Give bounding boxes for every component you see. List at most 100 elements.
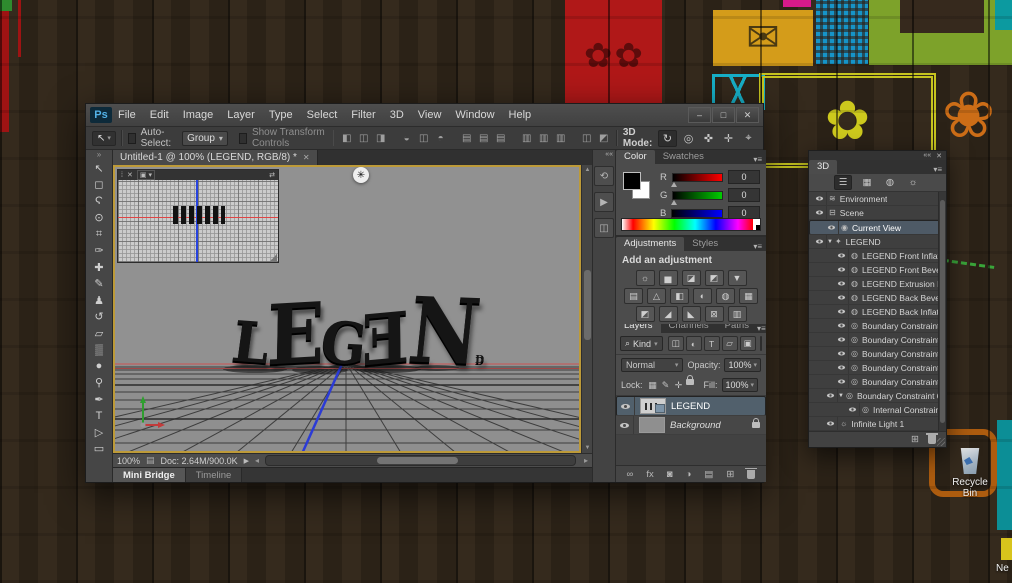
menu-item[interactable]: Window [455,109,494,121]
layer-thumbnail[interactable] [640,398,666,414]
visibility-toggle[interactable] [834,347,849,360]
scroll-down-icon[interactable]: ▼ [585,443,591,453]
menu-item[interactable]: Filter [351,109,375,121]
align-vertical-centers[interactable]: ◫ [416,133,431,144]
canvas[interactable]: LEGEND ⁞ ✕ ▣ ▾ ⇄ [113,165,581,453]
visibility-toggle[interactable] [812,235,827,248]
visibility-toggle[interactable] [824,221,839,234]
blend-mode-dropdown[interactable]: Normal ▾ [621,358,683,372]
auto-select-checkbox[interactable] [128,133,136,144]
photo-filter-icon[interactable]: ◐ [693,288,712,304]
desktop-icon-partial[interactable] [1001,538,1012,560]
quick-selection-tool[interactable]: ⊙ [88,210,110,227]
shape-tool[interactable]: ▭ [88,441,110,458]
exposure-icon[interactable]: ◩ [705,270,724,286]
distribute-vertical-centers[interactable]: ▥ [536,133,551,144]
menu-item[interactable]: Select [307,109,338,121]
tab-mini-bridge[interactable]: Mini Bridge [113,468,186,482]
3d-item-internal-7[interactable]: ◎ Internal Constraint 7 [809,403,946,417]
3d-item-scene[interactable]: ⊟ Scene [809,206,946,220]
color-lookup-icon[interactable]: ▦ [739,288,758,304]
visibility-toggle[interactable] [834,277,849,290]
3d-item-extrusion[interactable]: ◍ LEGEND Extrusion Ma... [809,277,946,291]
visibility-toggle[interactable] [823,417,838,430]
actions-panel-icon[interactable]: ▶ [594,192,614,212]
3d-scale-mode[interactable]: ⌖ [740,131,757,146]
tab-styles[interactable]: Styles [684,237,726,251]
status-flyout-icon[interactable]: ▶ [244,457,249,465]
menu-item[interactable]: 3D [390,109,404,121]
swap-view-icon[interactable]: ⇄ [269,171,275,179]
3d-roll-mode[interactable]: ◎ [680,131,697,146]
close-button[interactable]: ✕ [736,107,759,123]
type-tool[interactable]: T [88,408,110,425]
visibility-toggle[interactable] [812,192,827,205]
blur-tool[interactable]: ● [88,358,110,375]
resize-grip-icon[interactable] [270,254,277,261]
delete-layer-button[interactable] [747,470,755,479]
new-layer-button[interactable]: ⊞ [726,469,734,480]
scroll-left-icon[interactable]: ◂ [255,456,259,465]
visibility-toggle[interactable] [834,263,849,276]
lock-transparency[interactable]: ▦ [647,379,659,391]
levels-icon[interactable]: ▅ [659,270,678,286]
zoom-level[interactable]: 100% [117,456,140,466]
invert-icon[interactable]: ◩ [636,306,655,322]
lock-pixels[interactable]: ✎ [660,379,672,391]
fill-value[interactable]: 100% ▾ [722,378,759,392]
secondary-view[interactable]: ⁞ ✕ ▣ ▾ ⇄ [117,169,279,263]
brightness-contrast-icon[interactable]: ☼ [636,270,655,286]
3d-drag-mode[interactable]: ✜ [700,131,717,146]
foreground-color-swatch[interactable] [623,172,641,190]
3d-item-environment[interactable]: ≋ Environment [809,192,946,206]
slider-thumb[interactable] [671,182,677,187]
3d-item-back-inflation[interactable]: ◍ LEGEND Back Inflatio... [809,305,946,319]
curves-icon[interactable]: ◪ [682,270,701,286]
layer-filter-toggle[interactable] [760,336,762,351]
filter-whole-scene[interactable]: ☰ [834,175,852,190]
healing-brush-tool[interactable]: ✚ [88,259,110,276]
3d-scene[interactable]: LEGEND ⁞ ✕ ▣ ▾ ⇄ [115,167,579,451]
vibrance-icon[interactable]: ▼ [728,270,747,286]
color-slider[interactable] [671,209,723,218]
color-slider[interactable] [672,173,723,182]
crop-tool[interactable]: ⌗ [88,226,110,243]
panel-menu-icon[interactable]: ▾≡ [753,242,762,251]
new-item-button[interactable]: ⊞ [911,434,919,445]
layer-background[interactable]: Background [616,416,766,435]
menu-item[interactable]: Type [269,109,293,121]
filter-meshes[interactable]: ▦ [859,176,875,189]
filter-lights[interactable]: ☼ [905,176,921,189]
scrollbar-thumb[interactable] [584,270,591,340]
3d-panel-header[interactable]: «« ✕ [809,151,946,160]
visibility-toggle[interactable] [845,403,860,416]
marquee-tool[interactable]: ◻ [88,177,110,194]
distribute-horizontal-centers[interactable]: ▤ [476,133,491,144]
menu-item[interactable]: Help [509,109,532,121]
resize-grip-icon[interactable] [937,438,945,446]
delete-item-button[interactable] [928,435,936,444]
channel-mixer-icon[interactable]: ◍ [716,288,735,304]
filter-smart-objects[interactable]: ▣ [740,336,756,351]
posterize-icon[interactable]: ◢ [659,306,678,322]
expand-arrow[interactable]: ▼ [827,239,833,245]
layer-thumbnail[interactable] [639,417,665,433]
3d-item-legend[interactable]: ▼ ✦ LEGEND [809,235,946,249]
scroll-up-icon[interactable]: ▲ [585,165,591,175]
auto-blend-layers[interactable]: ◩ [596,133,611,144]
close-icon[interactable]: ✕ [303,153,310,162]
scroll-right-icon[interactable]: ▸ [584,456,588,465]
visibility-toggle[interactable] [834,305,849,318]
hue-saturation-icon[interactable]: ▤ [624,288,643,304]
distribute-bottom[interactable]: ▥ [553,133,568,144]
menu-item[interactable]: View [418,109,442,121]
visibility-toggle[interactable] [616,416,634,434]
eyedropper-tool[interactable]: ✑ [88,243,110,260]
3d-item-boundary-6[interactable]: ▼ ◎ Boundary Constraint 6 [809,389,946,403]
properties-panel-icon[interactable]: ◫ [594,218,614,238]
3d-item-front-bevel[interactable]: ◍ LEGEND Front Bevel ... [809,263,946,277]
distribute-left[interactable]: ▤ [459,133,474,144]
visibility-toggle[interactable] [834,333,849,346]
filter-adjustment-layers[interactable]: ◐ [686,336,702,351]
3d-slide-mode[interactable]: ✛ [720,131,737,146]
